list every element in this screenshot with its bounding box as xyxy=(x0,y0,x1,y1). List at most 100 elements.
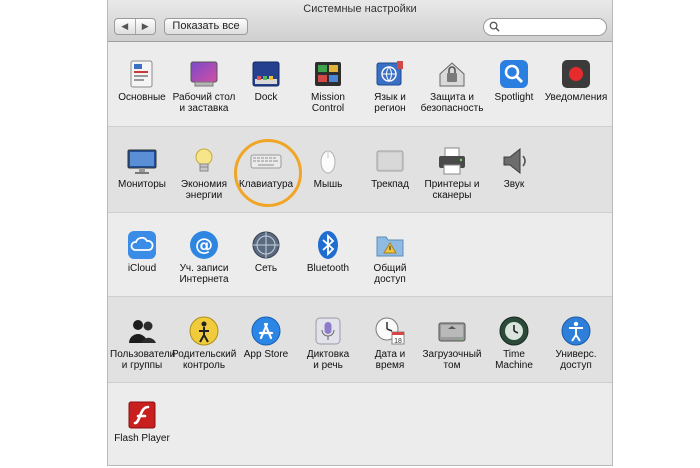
label-dock: Dock xyxy=(254,92,278,103)
date-icon-day: 18 xyxy=(394,338,402,345)
pref-icloud[interactable]: iCloud xyxy=(110,229,174,274)
section-system: Пользователи и группы Родительский контр… xyxy=(108,296,612,382)
label-sound: Звук xyxy=(503,179,525,190)
system-preferences-window: Системные настройки ◀ ▶ Показать все Осн… xyxy=(107,0,613,466)
pref-keyboard[interactable]: Клавиатура xyxy=(234,145,298,190)
label-trackpad: Трекпад xyxy=(371,179,409,190)
label-date-time: Дата и время xyxy=(374,349,406,371)
bluetooth-icon xyxy=(318,231,338,259)
pref-parental-controls[interactable]: Родительский контроль xyxy=(172,315,236,371)
app-store-icon xyxy=(251,316,281,346)
mission-control-icon xyxy=(315,62,341,86)
label-mission-control: Mission Control xyxy=(311,92,345,114)
pref-security-privacy[interactable]: Защита и безопасность xyxy=(420,58,484,114)
label-flash-player: Flash Player xyxy=(114,433,170,444)
pref-sound[interactable]: Звук xyxy=(482,145,546,190)
label-displays: Мониторы xyxy=(118,179,166,190)
microphone-icon xyxy=(315,317,341,345)
label-spotlight: Spotlight xyxy=(494,92,534,103)
label-internet-accounts: Уч. записи Интернета xyxy=(179,263,229,285)
svg-text:@: @ xyxy=(195,235,213,256)
label-time-machine: Time Machine xyxy=(495,349,533,371)
label-desktop-screensaver: Рабочий стол и заставка xyxy=(172,92,236,114)
label-keyboard: Клавиатура xyxy=(238,179,294,190)
show-all-button[interactable]: Показать все xyxy=(164,18,248,35)
pref-notifications[interactable]: Уведомления xyxy=(544,58,608,103)
pref-mission-control[interactable]: Mission Control xyxy=(296,58,360,114)
pref-general[interactable]: Основные xyxy=(110,58,174,103)
label-energy-saver: Экономия энергии xyxy=(180,179,228,201)
hard-drive-icon xyxy=(438,322,466,342)
clock-calendar-icon: 18 xyxy=(375,317,405,345)
pref-time-machine[interactable]: Time Machine xyxy=(482,315,546,371)
label-language-region: Язык и регион xyxy=(374,92,406,114)
house-lock-icon xyxy=(439,62,465,87)
users-icon xyxy=(129,320,156,343)
window-title: Системные настройки xyxy=(303,3,417,15)
pref-internet-accounts[interactable]: @ Уч. записи Интернета xyxy=(172,229,236,285)
pref-desktop-screensaver[interactable]: Рабочий стол и заставка xyxy=(172,58,236,114)
accessibility-icon xyxy=(561,316,591,346)
search-input[interactable] xyxy=(502,20,600,33)
label-printers-scanners: Принтеры и сканеры xyxy=(424,179,480,201)
section-personal: Основные Рабочий стол и заставка Dock Mi… xyxy=(108,42,612,126)
at-sign-icon: @ xyxy=(190,231,218,259)
pref-mouse[interactable]: Мышь xyxy=(296,145,360,190)
flash-player-icon xyxy=(128,401,156,429)
label-dictation-speech: Диктовка и речь xyxy=(306,349,350,371)
pref-flash-player[interactable]: Flash Player xyxy=(110,399,174,444)
language-region-icon xyxy=(376,61,403,86)
pref-language-region[interactable]: Язык и регион xyxy=(358,58,422,114)
back-button[interactable]: ◀ xyxy=(115,19,135,34)
label-security-privacy: Защита и безопасность xyxy=(420,92,484,114)
mouse-icon xyxy=(320,150,336,174)
section-hardware: Мониторы Экономия энергии Клавиатура Мыш… xyxy=(108,126,612,212)
label-network: Сеть xyxy=(254,263,278,274)
pref-users-groups[interactable]: Пользователи и группы xyxy=(110,315,176,371)
pref-displays[interactable]: Мониторы xyxy=(110,145,174,190)
forward-button[interactable]: ▶ xyxy=(134,19,156,34)
label-sharing: Общий доступ xyxy=(373,263,407,285)
nav-buttons: ◀ ▶ xyxy=(114,18,156,35)
keyboard-icon xyxy=(250,154,282,169)
trackpad-icon xyxy=(376,150,404,172)
label-users-groups: Пользователи и группы xyxy=(110,349,176,371)
light-bulb-icon xyxy=(195,148,213,172)
pref-network[interactable]: Сеть xyxy=(234,229,298,274)
notifications-icon xyxy=(562,60,590,88)
speaker-icon xyxy=(503,147,526,175)
monitor-icon xyxy=(127,149,157,174)
pref-energy-saver[interactable]: Экономия энергии xyxy=(172,145,236,201)
time-machine-icon xyxy=(499,316,529,346)
pref-trackpad[interactable]: Трекпад xyxy=(358,145,422,190)
pref-dictation-speech[interactable]: Диктовка и речь xyxy=(296,315,360,371)
label-mouse: Мышь xyxy=(313,179,343,190)
pref-app-store[interactable]: App Store xyxy=(234,315,298,360)
network-globe-icon xyxy=(252,231,280,259)
parental-controls-icon xyxy=(189,316,219,346)
label-notifications: Уведомления xyxy=(544,92,608,103)
pref-date-time[interactable]: 18 Дата и время xyxy=(358,315,422,371)
pref-startup-disk[interactable]: Загрузочный том xyxy=(420,315,484,371)
printer-icon xyxy=(439,147,465,175)
spotlight-icon xyxy=(500,60,528,88)
label-startup-disk: Загрузочный том xyxy=(422,349,482,371)
pref-sharing[interactable]: Общий доступ xyxy=(358,229,422,285)
pref-bluetooth[interactable]: Bluetooth xyxy=(296,229,360,274)
titlebar: Системные настройки ◀ ▶ Показать все xyxy=(108,0,612,42)
label-general: Основные xyxy=(118,92,166,103)
pref-dock[interactable]: Dock xyxy=(234,58,298,103)
icloud-icon xyxy=(128,231,156,259)
label-bluetooth: Bluetooth xyxy=(306,263,350,274)
search-field[interactable] xyxy=(483,18,607,36)
label-accessibility: Универс. доступ xyxy=(555,349,597,371)
section-internet: iCloud @ Уч. записи Интернета Сеть Bluet… xyxy=(108,212,612,296)
search-icon xyxy=(489,21,500,32)
pref-accessibility[interactable]: Универс. доступ xyxy=(544,315,608,371)
sharing-folder-icon xyxy=(376,236,404,257)
pref-printers-scanners[interactable]: Принтеры и сканеры xyxy=(420,145,484,201)
dock-icon xyxy=(252,61,280,87)
pref-spotlight[interactable]: Spotlight xyxy=(482,58,546,103)
label-app-store: App Store xyxy=(243,349,289,360)
label-parental-controls: Родительский контроль xyxy=(172,349,237,371)
